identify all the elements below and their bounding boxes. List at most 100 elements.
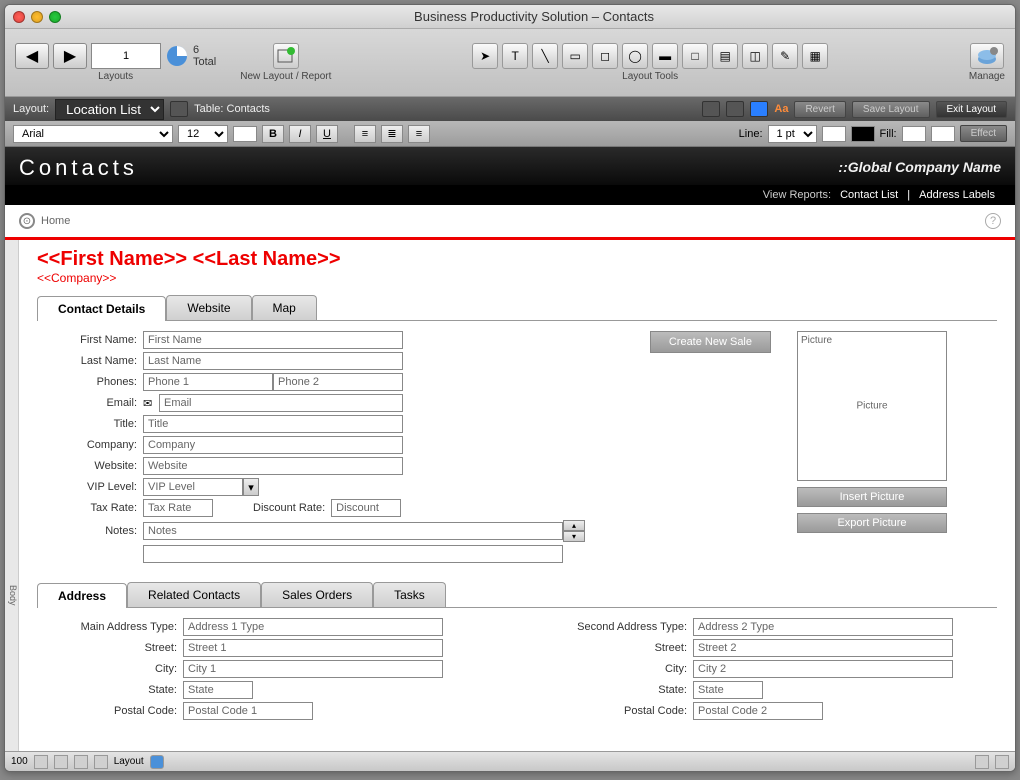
home-icon[interactable]: ⊙: [19, 213, 35, 229]
pointer-tool[interactable]: ➤: [472, 43, 498, 69]
toggle2-icon[interactable]: [726, 101, 744, 117]
tab-tool[interactable]: □: [682, 43, 708, 69]
city2-field[interactable]: [693, 660, 953, 678]
status-icon-1[interactable]: [74, 755, 88, 769]
save-layout-button[interactable]: Save Layout: [852, 101, 930, 118]
align-center-button[interactable]: ≣: [381, 125, 403, 143]
phone2-field[interactable]: [273, 373, 403, 391]
italic-button[interactable]: I: [289, 125, 311, 143]
body-part-label[interactable]: Body: [5, 240, 19, 751]
close-icon[interactable]: [13, 11, 25, 23]
fill-pattern-swatch[interactable]: [931, 126, 955, 142]
underline-button[interactable]: U: [316, 125, 338, 143]
button-tool[interactable]: ▬: [652, 43, 678, 69]
second-addr-type-field[interactable]: [693, 618, 953, 636]
tab-map[interactable]: Map: [252, 295, 317, 320]
manage-button[interactable]: [970, 43, 1004, 69]
notes-field-2[interactable]: [143, 545, 563, 563]
main-addr-type-field[interactable]: [183, 618, 443, 636]
tab-website[interactable]: Website: [166, 295, 251, 320]
tab-related-contacts[interactable]: Related Contacts: [127, 582, 261, 607]
effect-button[interactable]: Effect: [960, 125, 1007, 142]
oval-tool[interactable]: ◯: [622, 43, 648, 69]
contact-list-link[interactable]: Contact List: [840, 189, 898, 201]
export-picture-button[interactable]: Export Picture: [797, 513, 947, 533]
scroll-left-icon[interactable]: [975, 755, 989, 769]
record-number-field[interactable]: 1: [91, 43, 161, 69]
postal2-field[interactable]: [693, 702, 823, 720]
scroll-right-icon[interactable]: [995, 755, 1009, 769]
website-field[interactable]: [143, 457, 403, 475]
vip-dropdown-icon[interactable]: ▾: [243, 478, 259, 496]
pencil-icon[interactable]: [170, 101, 188, 117]
portal-tool[interactable]: ▤: [712, 43, 738, 69]
name-merge-field[interactable]: <<First Name>> <<Last Name>>: [37, 248, 997, 271]
main-toolbar: ◀ ▶ 1 6Total Layouts New Layout / Report…: [5, 29, 1015, 97]
notes-up-icon[interactable]: ▴: [563, 520, 585, 531]
phone1-field[interactable]: [143, 373, 273, 391]
line-pattern-swatch[interactable]: [851, 126, 875, 142]
fill-color-swatch[interactable]: [902, 126, 926, 142]
rect-tool[interactable]: ▭: [562, 43, 588, 69]
tab-address[interactable]: Address: [37, 583, 127, 608]
company-merge-field[interactable]: <<Company>>: [37, 271, 997, 285]
zoom-out-icon[interactable]: [34, 755, 48, 769]
postal1-field[interactable]: [183, 702, 313, 720]
discount-field[interactable]: [331, 499, 401, 517]
line-tool[interactable]: ╲: [532, 43, 558, 69]
part-tool[interactable]: ▦: [802, 43, 828, 69]
info-icon[interactable]: [750, 101, 768, 117]
text-tool[interactable]: T: [502, 43, 528, 69]
field-tool[interactable]: ✎: [772, 43, 798, 69]
roundrect-tool[interactable]: ◻: [592, 43, 618, 69]
size-select[interactable]: 12: [178, 125, 228, 143]
home-label[interactable]: Home: [41, 215, 70, 227]
line-weight-select[interactable]: 1 pt: [768, 125, 817, 143]
next-record-button[interactable]: ▶: [53, 43, 87, 69]
new-layout-button[interactable]: [273, 43, 299, 69]
tab-tasks[interactable]: Tasks: [373, 582, 446, 607]
bold-button[interactable]: B: [262, 125, 284, 143]
zoom-icon[interactable]: [49, 11, 61, 23]
toggle1-icon[interactable]: [702, 101, 720, 117]
create-sale-button[interactable]: Create New Sale: [650, 331, 771, 353]
main-addr-type-label: Main Address Type:: [37, 621, 177, 633]
chart-tool[interactable]: ◫: [742, 43, 768, 69]
revert-button[interactable]: Revert: [794, 101, 845, 118]
street1-field[interactable]: [183, 639, 443, 657]
last-name-field[interactable]: [143, 352, 403, 370]
state2-field[interactable]: [693, 681, 763, 699]
exit-layout-button[interactable]: Exit Layout: [936, 101, 1007, 118]
notes-down-icon[interactable]: ▾: [563, 531, 585, 542]
insert-picture-button[interactable]: Insert Picture: [797, 487, 947, 507]
prev-record-button[interactable]: ◀: [15, 43, 49, 69]
aa-button[interactable]: Aa: [774, 103, 788, 115]
picture-container[interactable]: Picture Picture: [797, 331, 947, 481]
email-icon[interactable]: ✉: [143, 397, 159, 410]
vip-field[interactable]: [143, 478, 243, 496]
title-field[interactable]: [143, 415, 403, 433]
tab-sales-orders[interactable]: Sales Orders: [261, 582, 373, 607]
align-right-button[interactable]: ≡: [408, 125, 430, 143]
city1-field[interactable]: [183, 660, 443, 678]
font-select[interactable]: Arial: [13, 125, 173, 143]
notes-field[interactable]: [143, 522, 563, 540]
company-field[interactable]: [143, 436, 403, 454]
mode-button[interactable]: [150, 755, 164, 769]
tab-contact-details[interactable]: Contact Details: [37, 296, 166, 321]
layout-select[interactable]: Location List: [55, 99, 164, 120]
text-color-swatch[interactable]: [233, 126, 257, 142]
line-color-swatch[interactable]: [822, 126, 846, 142]
street2-field[interactable]: [693, 639, 953, 657]
first-name-field[interactable]: [143, 331, 403, 349]
help-icon[interactable]: ?: [985, 213, 1001, 229]
minimize-icon[interactable]: [31, 11, 43, 23]
status-icon-2[interactable]: [94, 755, 108, 769]
address-labels-link[interactable]: Address Labels: [919, 189, 995, 201]
tax-field[interactable]: [143, 499, 213, 517]
zoom-value[interactable]: 100: [11, 756, 28, 767]
email-field[interactable]: [159, 394, 403, 412]
align-left-button[interactable]: ≡: [354, 125, 376, 143]
state1-field[interactable]: [183, 681, 253, 699]
zoom-in-icon[interactable]: [54, 755, 68, 769]
